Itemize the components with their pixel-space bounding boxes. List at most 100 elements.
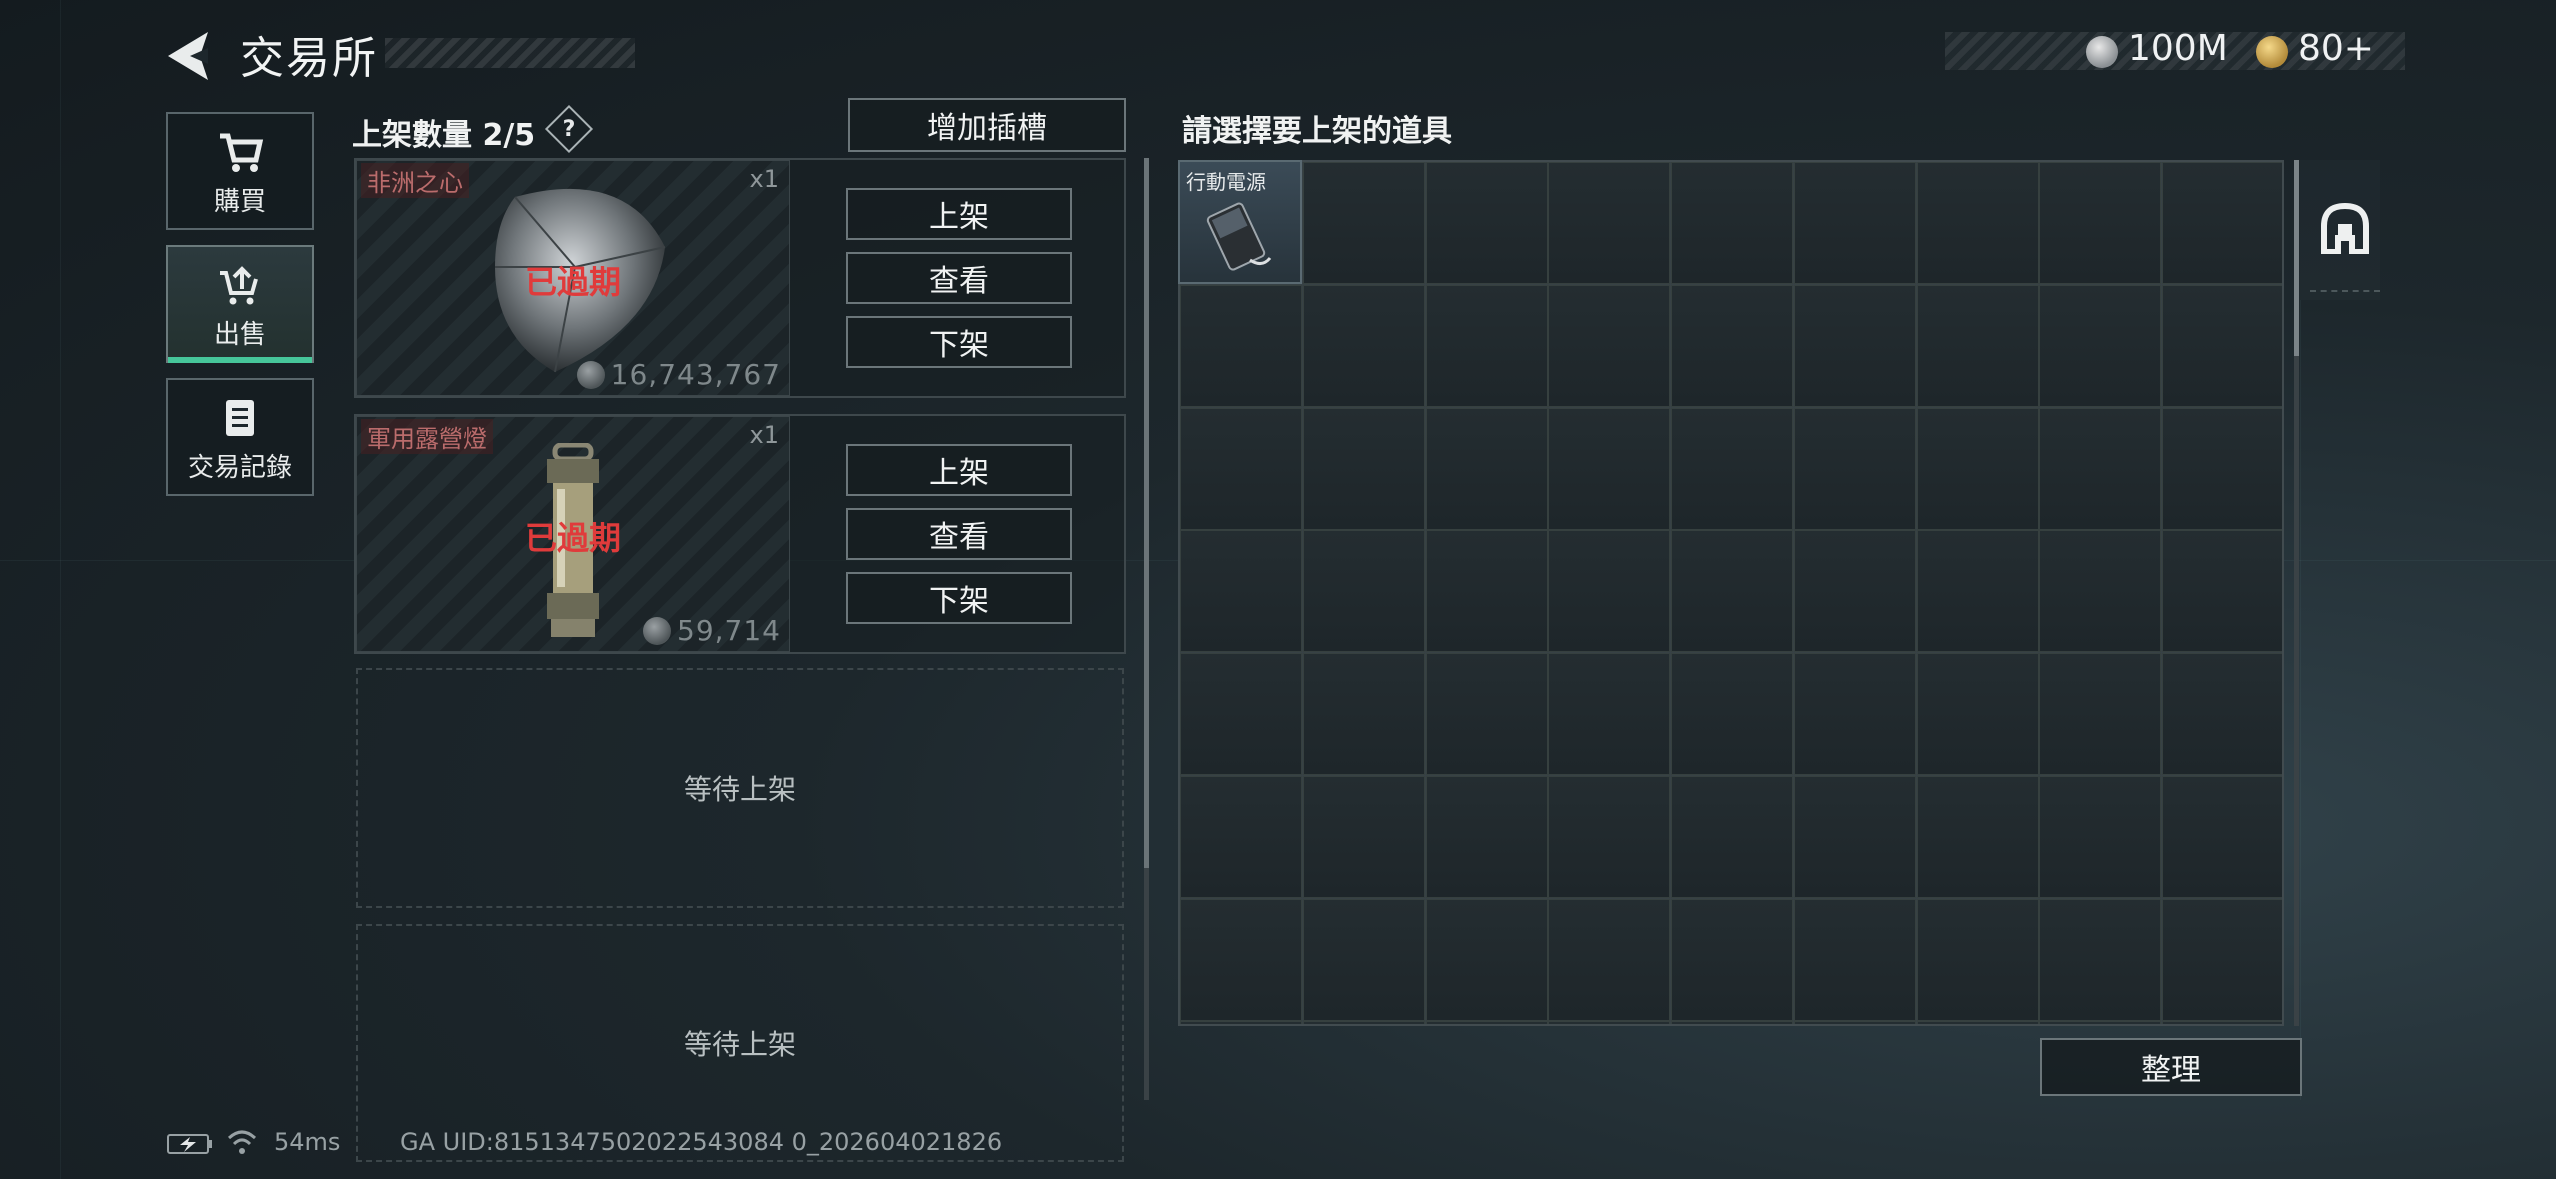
gold-currency-amount[interactable]: 80+: [2298, 28, 2374, 69]
inventory-cell[interactable]: [1671, 1021, 1793, 1024]
view-button[interactable]: 查看: [846, 508, 1072, 560]
inventory-cell[interactable]: [1916, 775, 2039, 898]
inventory-cell[interactable]: [2039, 530, 2162, 653]
inventory-cell[interactable]: [1302, 284, 1425, 407]
inventory-cell[interactable]: [1425, 407, 1548, 530]
inventory-cell[interactable]: [1180, 1021, 1302, 1024]
sidebar-item-records[interactable]: 交易記錄: [166, 378, 314, 496]
backpack-tab-button[interactable]: [2318, 202, 2372, 258]
listing-item-slot[interactable]: 軍用露營燈 x1 已過期 59,714: [356, 416, 790, 652]
inventory-cell[interactable]: [1302, 1021, 1425, 1024]
inventory-cell[interactable]: [1916, 898, 2039, 1021]
inventory-cell[interactable]: [1302, 162, 1425, 284]
inventory-cell[interactable]: [1302, 898, 1425, 1021]
inventory-cell[interactable]: [1916, 407, 2039, 530]
inventory-cell[interactable]: [1302, 775, 1425, 898]
inventory-cell[interactable]: [1425, 530, 1548, 653]
inventory-scrollbar[interactable]: [2294, 160, 2299, 356]
sidebar-item-buy[interactable]: 購買: [166, 112, 314, 230]
wifi-icon: [226, 1126, 258, 1162]
relist-button[interactable]: 上架: [846, 188, 1072, 240]
inventory-cell[interactable]: [1302, 530, 1425, 653]
inventory-cell[interactable]: [1671, 775, 1793, 898]
expired-label: 已過期: [524, 263, 621, 301]
inventory-cell[interactable]: [1548, 162, 1671, 284]
inventory-cell[interactable]: [1425, 1021, 1548, 1024]
relist-button[interactable]: 上架: [846, 444, 1072, 496]
inventory-cell[interactable]: [1916, 530, 2039, 653]
inventory-cell[interactable]: [1916, 653, 2039, 775]
inventory-cell[interactable]: [1793, 653, 1916, 775]
inventory-cell[interactable]: [2162, 530, 2282, 653]
inventory-cell[interactable]: [2039, 775, 2162, 898]
inventory-cell[interactable]: [1180, 898, 1302, 1021]
inventory-cell[interactable]: [1425, 898, 1548, 1021]
inventory-cell[interactable]: [2039, 162, 2162, 284]
help-icon[interactable]: ?: [544, 104, 594, 154]
empty-listing-slot[interactable]: 等待上架: [356, 668, 1124, 908]
listing-scrollbar[interactable]: [1144, 158, 1149, 868]
listing-count: 上架數量 2/5: [352, 118, 536, 153]
inventory-cell[interactable]: [2162, 653, 2282, 775]
inventory-cell[interactable]: [1671, 898, 1793, 1021]
inventory-cell[interactable]: [1425, 162, 1548, 284]
sidebar-item-sell[interactable]: 出售: [166, 245, 314, 363]
inventory-cell[interactable]: [1180, 653, 1302, 775]
inventory-cell[interactable]: [1671, 530, 1793, 653]
inventory-cell[interactable]: [1671, 407, 1793, 530]
page-title: 交易所: [240, 33, 378, 84]
inventory-cell[interactable]: [1425, 284, 1548, 407]
inventory-cell[interactable]: [1548, 1021, 1671, 1024]
inventory-cell[interactable]: [2039, 407, 2162, 530]
item-quantity: x1: [749, 165, 779, 193]
delist-button[interactable]: 下架: [846, 316, 1072, 368]
add-slot-button[interactable]: 增加插槽: [848, 98, 1126, 152]
inventory-item[interactable]: 行動電源: [1178, 160, 1302, 284]
inventory-cell[interactable]: [1180, 284, 1302, 407]
inventory-cell[interactable]: [2162, 898, 2282, 1021]
inventory-cell[interactable]: [1425, 653, 1548, 775]
inventory-cell[interactable]: [2039, 898, 2162, 1021]
listing-item-slot[interactable]: 非洲之心 x1 已過期 16,743,767: [356, 160, 790, 396]
inventory-cell[interactable]: [1548, 653, 1671, 775]
inventory-cell[interactable]: [1793, 284, 1916, 407]
inventory-cell[interactable]: [1916, 1021, 2039, 1024]
inventory-cell[interactable]: [1793, 1021, 1916, 1024]
inventory-cell[interactable]: [2039, 1021, 2162, 1024]
view-button[interactable]: 查看: [846, 252, 1072, 304]
inventory-cell[interactable]: [1180, 775, 1302, 898]
inventory-cell[interactable]: [1180, 407, 1302, 530]
inventory-cell[interactable]: [2162, 1021, 2282, 1024]
inventory-cell[interactable]: [1671, 162, 1793, 284]
inventory-cell[interactable]: [2162, 775, 2282, 898]
inventory-cell[interactable]: [1425, 775, 1548, 898]
inventory-grid[interactable]: [1178, 160, 2284, 1026]
inventory-cell[interactable]: [1793, 407, 1916, 530]
inventory-cell[interactable]: [1180, 530, 1302, 653]
inventory-cell[interactable]: [1793, 775, 1916, 898]
inventory-cell[interactable]: [1548, 284, 1671, 407]
inventory-cell[interactable]: [1302, 653, 1425, 775]
inventory-cell[interactable]: [2039, 284, 2162, 407]
inventory-cell[interactable]: [1548, 898, 1671, 1021]
inventory-cell[interactable]: [1548, 407, 1671, 530]
inventory-cell[interactable]: [1793, 162, 1916, 284]
inventory-cell[interactable]: [2039, 653, 2162, 775]
inventory-cell[interactable]: [1916, 162, 2039, 284]
back-button[interactable]: [160, 28, 220, 84]
inventory-cell[interactable]: [1671, 653, 1793, 775]
empty-listing-slot[interactable]: 等待上架: [356, 924, 1124, 1162]
back-arrow-icon: [168, 32, 208, 80]
sort-button[interactable]: 整理: [2040, 1038, 2302, 1096]
inventory-cell[interactable]: [1793, 898, 1916, 1021]
inventory-cell[interactable]: [1916, 284, 2039, 407]
inventory-cell[interactable]: [2162, 407, 2282, 530]
delist-button[interactable]: 下架: [846, 572, 1072, 624]
inventory-cell[interactable]: [1671, 284, 1793, 407]
inventory-cell[interactable]: [1548, 775, 1671, 898]
inventory-cell[interactable]: [2162, 162, 2282, 284]
inventory-cell[interactable]: [1793, 530, 1916, 653]
inventory-cell[interactable]: [1548, 530, 1671, 653]
inventory-cell[interactable]: [2162, 284, 2282, 407]
inventory-cell[interactable]: [1302, 407, 1425, 530]
